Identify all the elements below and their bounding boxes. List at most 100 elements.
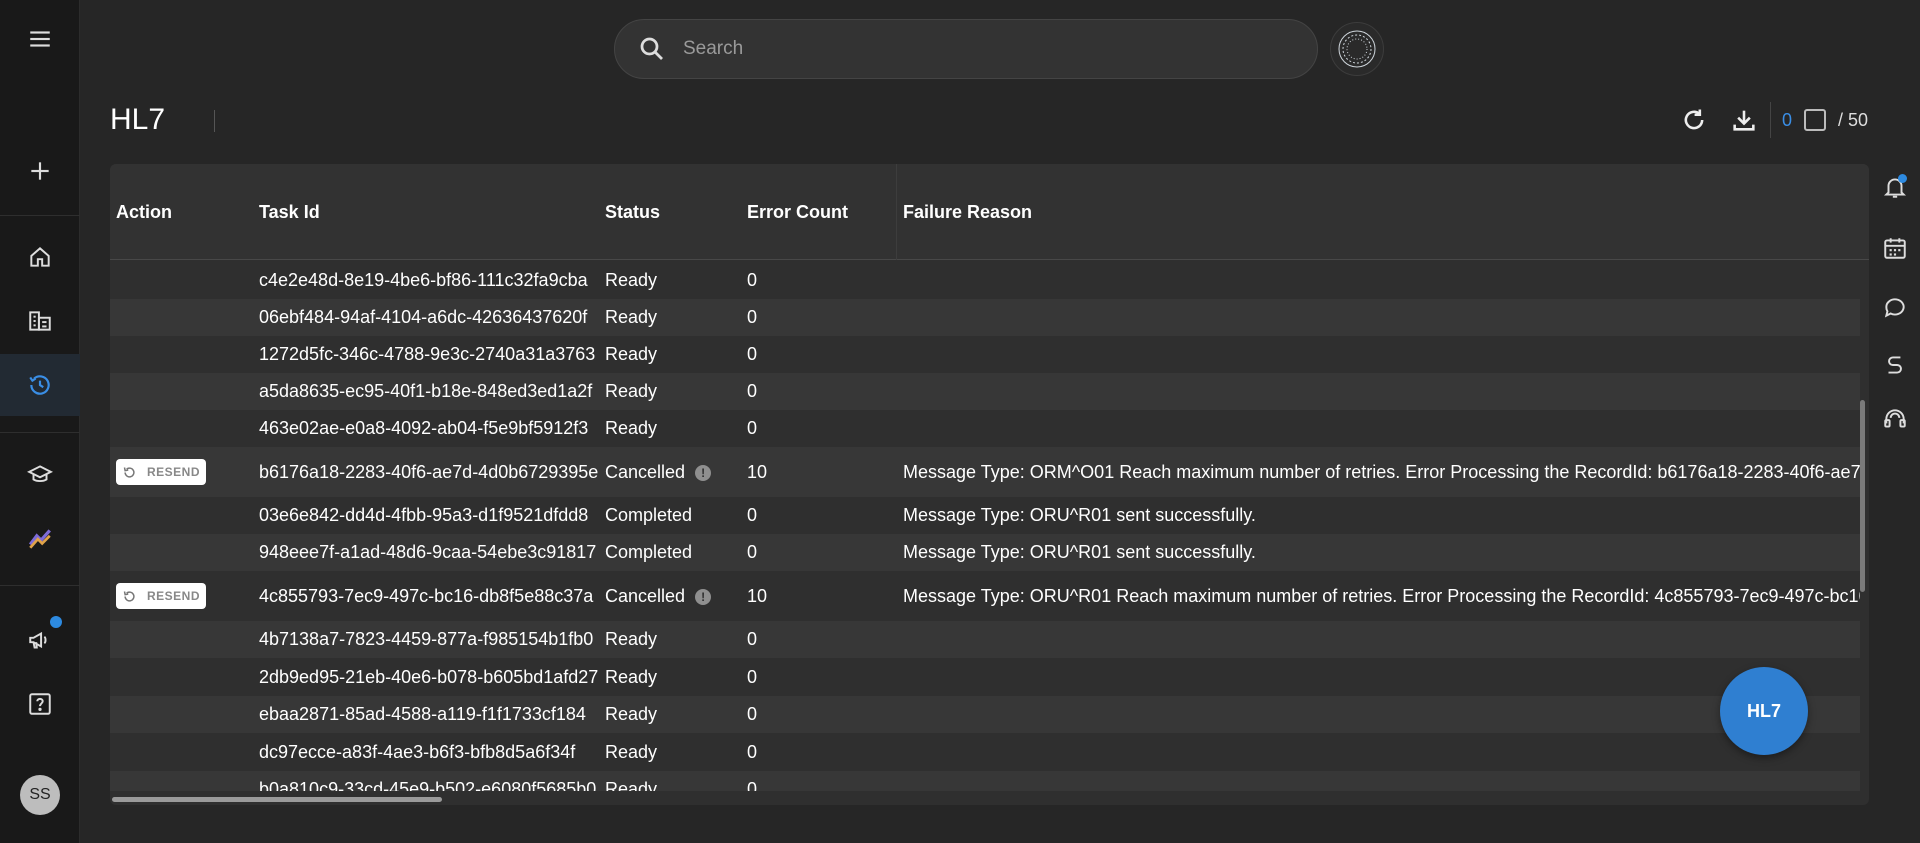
total-count: / 50 (1838, 110, 1869, 130)
failure-reason-cell-text: Message Type: ORM^O01 Reach maximum numb… (903, 462, 1860, 482)
error-count-cell-text: 0 (747, 667, 758, 687)
announcements-button[interactable] (0, 609, 80, 671)
search-input[interactable] (683, 38, 1283, 60)
toolbar-divider (1770, 102, 1771, 138)
task-id-cell-text: 06ebf484-94af-4104-a6dc-42636437620f (259, 307, 588, 327)
help-icon (29, 693, 51, 715)
task-id-cell-text: dc97ecce-a83f-4ae3-b6f3-bfb8d5a6f34f (259, 742, 576, 762)
status-cell-text: Completed (605, 542, 693, 562)
status-cell-text: Ready (605, 344, 658, 364)
sidebar-divider (0, 585, 80, 586)
replay-icon (123, 466, 135, 478)
column-header-task-id[interactable]: Task Id (259, 202, 320, 223)
table-row[interactable]: a5da8635-ec95-40f1-b18e-848ed3ed1a2f Read… (110, 373, 1860, 410)
globe-icon (1338, 30, 1376, 68)
table-row[interactable]: ebaa2871-85ad-4588-a119-f1f1733cf184 Read… (110, 696, 1860, 733)
status-cell-text: Ready (605, 270, 658, 290)
resend-button[interactable]: RESEND (116, 583, 206, 609)
support-button[interactable] (1880, 404, 1910, 434)
error-count-cell: 0 (747, 418, 757, 439)
task-id-cell: a5da8635-ec95-40f1-b18e-848ed3ed1a2f (259, 381, 592, 402)
table-row[interactable]: 4b7138a7-7823-4459-877a-f985154b1fb0 Read… (110, 621, 1860, 658)
table-row[interactable]: dc97ecce-a83f-4ae3-b6f3-bfb8d5a6f34f Read… (110, 733, 1860, 771)
table-row[interactable]: 1272d5fc-346c-4788-9e3c-2740a31a3763 Read… (110, 336, 1860, 373)
status-cell-text: Ready (605, 704, 658, 724)
error-count-cell-text: 0 (747, 779, 758, 791)
error-count-cell-text: 0 (747, 704, 758, 724)
task-id-cell: 948eee7f-a1ad-48d6-9caa-54ebe3c91817 (259, 542, 596, 563)
table-row[interactable]: 2db9ed95-21eb-40e6-b078-b605bd1afd27 Read… (110, 658, 1860, 696)
graduation-cap-icon (27, 465, 53, 483)
horizontal-scrollbar[interactable] (112, 797, 442, 802)
status-cell-text: Ready (605, 629, 658, 649)
task-id-cell-text: b0a810c9-33cd-45e9-b502-e6080f5685b0 (259, 779, 597, 791)
status-cell: Ready (605, 629, 657, 650)
column-header-failure-reason[interactable]: Failure Reason (903, 202, 1032, 223)
sidebar-item-history[interactable] (0, 354, 80, 416)
status-cell-text: Ready (605, 667, 658, 687)
table-row[interactable]: c4e2e48d-8e19-4be6-bf86-111c32fa9cba Read… (110, 261, 1860, 299)
error-count-cell: 0 (747, 270, 757, 291)
chat-button[interactable] (1880, 292, 1910, 322)
task-id-cell-text: ebaa2871-85ad-4588-a119-f1f1733cf184 (259, 704, 586, 724)
error-count-cell-text: 0 (747, 307, 758, 327)
table-row[interactable]: 06ebf484-94af-4104-a6dc-42636437620f Read… (110, 299, 1860, 336)
status-cell-text: Completed (605, 505, 693, 525)
sidebar-item-analytics[interactable] (0, 507, 80, 569)
failure-reason-cell: Message Type: ORM^O01 Reach maximum numb… (903, 462, 1860, 483)
table-row[interactable]: b0a810c9-33cd-45e9-b502-e6080f5685b0 Read… (110, 771, 1860, 791)
error-count-cell: 0 (747, 667, 757, 688)
notification-badge (1898, 174, 1907, 183)
create-button[interactable] (0, 140, 80, 202)
error-count-cell-text: 0 (747, 381, 758, 401)
calendar-button[interactable] (1880, 233, 1910, 263)
error-count-cell-text: 0 (747, 270, 758, 290)
table-row[interactable]: 03e6e842-dd4d-4fbb-95a3-d1f9521dfdd8 Comp… (110, 497, 1860, 534)
info-icon[interactable]: ! (695, 465, 712, 482)
table-body: c4e2e48d-8e19-4be6-bf86-111c32fa9cba Read… (110, 261, 1860, 791)
vertical-scrollbar[interactable] (1860, 400, 1865, 592)
info-icon[interactable]: ! (695, 589, 712, 606)
task-id-cell-text: 4c855793-7ec9-497c-bc16-db8f5e88c37a (259, 586, 594, 606)
error-count-cell: 0 (747, 381, 757, 402)
table-row[interactable]: RESEND b6176a18-2283-40f6-ae7d-4d0b672939… (110, 447, 1860, 497)
error-count-cell: 10 (747, 586, 767, 607)
column-resize-handle[interactable] (896, 164, 897, 260)
table-row[interactable]: 948eee7f-a1ad-48d6-9caa-54ebe3c91817 Comp… (110, 534, 1860, 571)
error-count-cell-text: 0 (747, 542, 758, 562)
error-count-cell: 0 (747, 344, 757, 365)
error-count-cell-text: 0 (747, 344, 758, 364)
help-button[interactable] (0, 673, 80, 735)
analytics-logo-icon (28, 529, 51, 549)
announcement-badge (50, 616, 62, 628)
sidebar-item-home[interactable] (0, 226, 80, 288)
task-id-cell: 2db9ed95-21eb-40e6-b078-b605bd1afd27 (259, 667, 598, 688)
column-header-error-count[interactable]: Error Count (747, 202, 848, 223)
error-count-cell: 0 (747, 629, 757, 650)
resend-label: RESEND (147, 465, 201, 479)
menu-button[interactable] (0, 8, 80, 70)
column-header-status[interactable]: Status (605, 202, 660, 223)
download-button[interactable] (1728, 104, 1760, 136)
column-header-action[interactable]: Action (116, 202, 172, 223)
hl7-fab-button[interactable]: HL7 (1720, 667, 1808, 755)
failure-reason-cell-text: Message Type: ORU^R01 sent successfully. (903, 505, 1256, 525)
user-avatar[interactable]: SS (20, 775, 60, 815)
title-divider (214, 110, 215, 132)
table-row[interactable]: 463e02ae-e0a8-4092-ab04-f5e9bf5912f3 Read… (110, 410, 1860, 447)
status-cell-text: Ready (605, 418, 658, 438)
page-title: HL7 (110, 103, 166, 136)
status-cell: Ready (605, 667, 657, 688)
select-all-checkbox[interactable] (1804, 109, 1826, 131)
globe-button[interactable] (1330, 22, 1384, 76)
status-cell: Cancelled! (605, 462, 712, 483)
integration-button[interactable] (1880, 350, 1910, 380)
resend-button[interactable]: RESEND (116, 459, 206, 485)
table-row[interactable]: RESEND 4c855793-7ec9-497c-bc16-db8f5e88c3… (110, 571, 1860, 621)
refresh-button[interactable] (1678, 104, 1710, 136)
failure-reason-cell: Message Type: ORU^R01 sent successfully. (903, 542, 1256, 563)
history-icon (29, 375, 50, 395)
sidebar-item-dashboard[interactable] (0, 290, 80, 352)
error-count-cell-text: 0 (747, 418, 758, 438)
sidebar-item-learning[interactable] (0, 443, 80, 505)
